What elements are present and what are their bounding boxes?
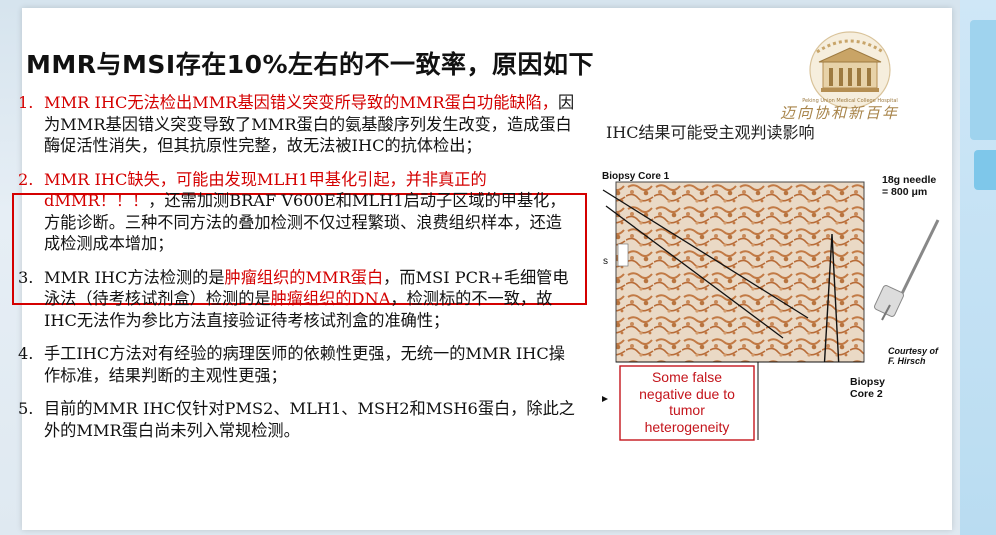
- item-number: 4.: [18, 344, 34, 363]
- needle-size-line: = 800 μm: [882, 186, 928, 198]
- needle-size-line: 18g needle: [882, 174, 937, 186]
- decorative-band: [970, 20, 996, 140]
- figure-caption: IHC结果可能受主观判读影响: [606, 123, 815, 142]
- item-number: 3.: [18, 267, 34, 287]
- item-text: 手工IHC方法对有经验的病理医师的依赖性更强，无统一的MMR IHC操作标准，结…: [44, 344, 565, 385]
- courtesy-line: Courtesy of: [888, 346, 939, 356]
- item-number: 2.: [18, 169, 34, 189]
- slide-title: MMR与MSI存在10%左右的不一致率，原因如下: [26, 50, 595, 79]
- item-highlight: 肿瘤组织的DNA: [270, 289, 391, 308]
- note-line: Some false: [651, 369, 723, 385]
- item-number: 5.: [18, 399, 34, 418]
- note-line: heterogeneity: [644, 418, 730, 435]
- list-item: 3. MMR IHC方法检测的是肿瘤组织的MMR蛋白，而MSI PCR+毛细管电…: [18, 267, 578, 332]
- item-number: 1.: [18, 93, 34, 112]
- biopsy-core-2-label: Biopsy Core 2: [850, 376, 885, 400]
- decorative-band: [974, 150, 996, 190]
- label-line: Core 2: [850, 388, 883, 400]
- item-highlight: MMR IHC无法检出MMR基因错义突变所导致的MMR蛋白功能缺陷，: [44, 93, 558, 112]
- biopsy-core-1-label: Biopsy Core 1: [602, 171, 670, 182]
- courtesy-line: F. Hirsch: [888, 356, 926, 366]
- label-line: Biopsy: [850, 376, 886, 388]
- decorative-side-strip: [960, 0, 996, 535]
- note-line: negative due to: [639, 385, 735, 402]
- courtesy-label: Courtesy of F. Hirsch: [888, 346, 938, 366]
- list-item: 5. 目前的MMR IHC仅针对PMS2、MLH1、MSH2和MSH6蛋白，除此…: [18, 398, 578, 441]
- list-item: 2. MMR IHC缺失，可能由发现MLH1甲基化引起，并非真正的dMMR！！！…: [18, 169, 578, 255]
- item-text: MMR IHC方法检测的是: [44, 267, 225, 287]
- item-text: 目前的MMR IHC仅针对PMS2、MLH1、MSH2和MSH6蛋白，除此之外的…: [44, 399, 575, 440]
- note-line: tumor: [669, 402, 705, 418]
- list-item: 1. MMR IHC无法检出MMR基因错义突变所导致的MMR蛋白功能缺陷，因为M…: [18, 92, 578, 157]
- item-highlight: 肿瘤组织的MMR蛋白: [224, 267, 384, 287]
- needle-size-label: 18g needle = 800 μm: [882, 174, 936, 198]
- false-negative-note: Some false negative due to tumor heterog…: [620, 369, 754, 435]
- reason-list: 1. MMR IHC无法检出MMR基因错义突变所导致的MMR蛋白功能缺陷，因为M…: [18, 92, 578, 441]
- list-item: 4. 手工IHC方法对有经验的病理医师的依赖性更强，无统一的MMR IHC操作标…: [18, 343, 578, 386]
- side-mark: s: [603, 256, 608, 267]
- ihc-figure: Biopsy Core 1 18g needle = 800 μm s Cour…: [598, 160, 946, 442]
